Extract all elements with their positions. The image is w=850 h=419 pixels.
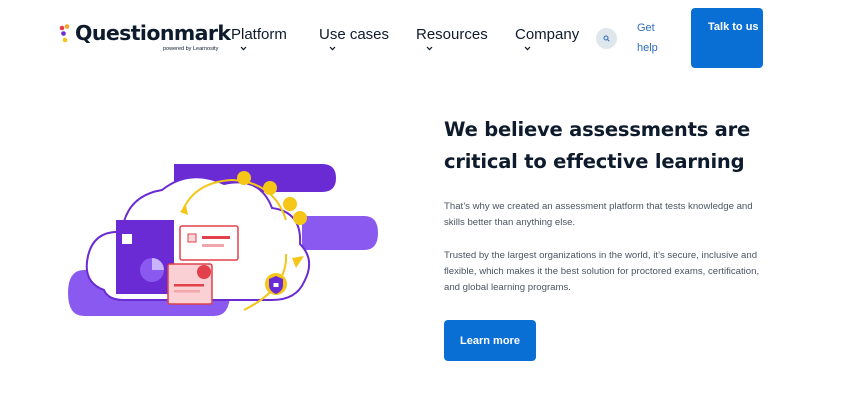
chevron-down-icon — [329, 46, 336, 51]
certificate-icon — [293, 211, 307, 225]
nav-platform[interactable]: Platform — [231, 26, 287, 43]
wifi-icon — [283, 197, 297, 211]
chevron-down-icon — [524, 46, 531, 51]
hero-paragraph-1: That’s why we created an assessment plat… — [444, 201, 753, 228]
nav-resources[interactable]: Resources — [416, 26, 488, 43]
brand-subtitle: powered by Learnosity — [163, 46, 219, 52]
hero-title: We believe assessments are critical to e… — [444, 118, 751, 173]
learn-more-button[interactable]: Learn more — [444, 320, 536, 361]
puzzle-icon — [263, 181, 277, 195]
nav-company[interactable]: Company — [515, 26, 579, 43]
hero-paragraph-2: Trusted by the largest organizations in … — [444, 250, 760, 293]
user-icon — [197, 265, 211, 279]
get-help-link[interactable]: Get help — [637, 18, 671, 58]
logo-mark-icon — [59, 24, 70, 43]
nav-use-cases[interactable]: Use cases — [319, 26, 389, 43]
questionmark-logo[interactable]: Questionmark powered by Learnosity — [59, 21, 231, 54]
brand-name: Questionmark — [75, 21, 231, 45]
talk-to-us-button[interactable]: Talk to us — [691, 8, 763, 68]
assessment-illustration — [68, 164, 378, 316]
excel-icon — [122, 234, 132, 244]
chevron-down-icon — [426, 46, 433, 51]
chevron-down-icon — [240, 46, 247, 51]
search-button[interactable] — [596, 28, 617, 49]
search-icon — [603, 35, 610, 42]
